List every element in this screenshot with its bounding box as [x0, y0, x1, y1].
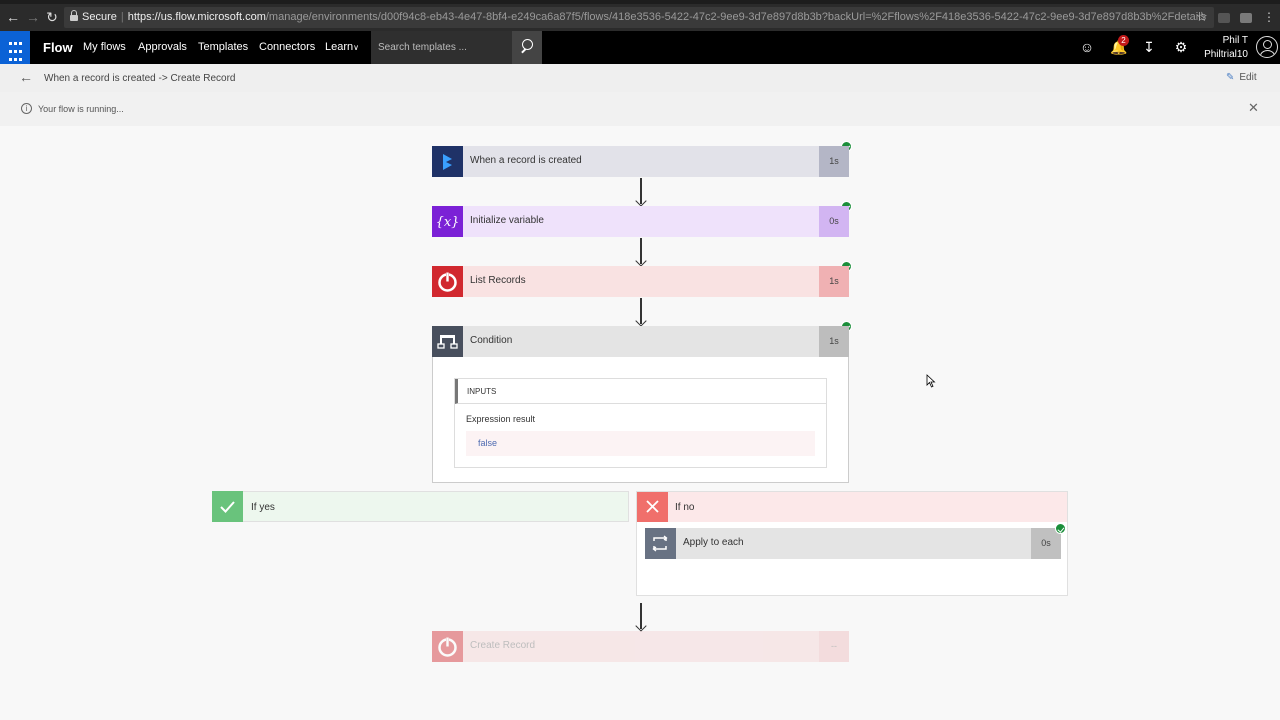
flow-arrow [635, 298, 647, 326]
nav-approvals[interactable]: Approvals [138, 41, 187, 53]
step-duration: -- [819, 631, 849, 662]
step-duration: 1s [819, 326, 849, 357]
chevron-down-icon: ∨ [353, 43, 359, 52]
step-duration: 1s [819, 146, 849, 177]
brand-title[interactable]: Flow [43, 40, 73, 55]
step-title: Apply to each [683, 537, 744, 548]
success-check-icon [1055, 523, 1066, 534]
branch-if-no: If no Apply to each 0s [636, 491, 1068, 596]
step-list-records-card[interactable]: List Records 1s [432, 266, 849, 297]
step-title: Condition [470, 335, 513, 346]
browser-menu-icon[interactable]: ⋮ [1263, 11, 1275, 23]
search-input[interactable] [371, 31, 512, 64]
checkmark-icon [212, 491, 243, 522]
breadcrumb: When a record is created -> Create Recor… [44, 73, 236, 84]
back-arrow-icon[interactable]: ← [19, 70, 33, 84]
step-duration: 1s [819, 266, 849, 297]
nav-my-flows[interactable]: My flows [83, 41, 126, 53]
step-trigger-card[interactable]: When a record is created 1s [432, 146, 849, 177]
power-icon [432, 631, 463, 662]
url-host: https://us.flow.microsoft.com [127, 11, 266, 23]
settings-gear-icon[interactable]: ⚙ [1173, 39, 1189, 55]
step-create-record-card[interactable]: Create Record -- [432, 631, 849, 662]
nav-templates[interactable]: Templates [198, 41, 248, 53]
status-message: Your flow is running... [38, 104, 124, 114]
search-icon[interactable] [512, 31, 542, 64]
power-icon [432, 266, 463, 297]
lock-icon [70, 10, 78, 21]
feedback-smiley-icon[interactable]: ☺ [1079, 39, 1095, 55]
branch-yes-label: If yes [251, 502, 275, 513]
search-box [371, 31, 542, 64]
step-initialize-variable-card[interactable]: {x} Initialize variable 0s [432, 206, 849, 237]
forward-icon[interactable]: → [26, 10, 40, 24]
browser-toolbar: ← → ↻ Secure | https://us.flow.microsoft.c… [0, 4, 1280, 31]
reload-icon[interactable]: ↻ [45, 10, 59, 24]
expression-value: false [466, 431, 815, 456]
app-header: Flow My flows Approvals Templates Connec… [0, 31, 1280, 64]
command-bar: ← When a record is created -> Create Rec… [0, 64, 1280, 92]
svg-text:{x}: {x} [436, 215, 460, 230]
info-icon: i [21, 103, 32, 114]
loop-icon [645, 528, 676, 559]
flow-arrow [635, 238, 647, 266]
dynamics-icon [432, 146, 463, 177]
notification-badge: 2 [1118, 35, 1129, 46]
inputs-panel: INPUTS Expression result false [454, 378, 827, 468]
flow-arrow [635, 178, 647, 206]
cross-icon [637, 492, 668, 523]
close-icon[interactable]: ✕ [1248, 101, 1259, 114]
url-path: /manage/environments/d00f94c8-eb43-4e47-… [265, 11, 1207, 23]
flow-arrow [635, 603, 647, 631]
step-title: Create Record [470, 640, 536, 651]
variable-icon: {x} [432, 206, 463, 237]
step-condition-card[interactable]: Condition 1s [432, 326, 849, 357]
user-tenant[interactable]: Philtrial10 [1204, 48, 1248, 61]
step-duration: 0s [819, 206, 849, 237]
inputs-header[interactable]: INPUTS [455, 379, 826, 404]
condition-details: INPUTS Expression result false [432, 357, 849, 483]
branch-no-label: If no [675, 502, 695, 513]
step-apply-to-each-card[interactable]: Apply to each 0s [645, 528, 1061, 559]
nav-learn[interactable]: Learn∨ [325, 41, 359, 53]
download-icon[interactable]: ↧ [1141, 39, 1157, 55]
step-title: Initialize variable [470, 215, 544, 226]
extension-icon[interactable] [1240, 13, 1252, 23]
step-title: List Records [470, 275, 526, 286]
step-title: When a record is created [470, 155, 582, 166]
app-launcher-icon[interactable] [0, 31, 30, 64]
expression-label: Expression result [466, 414, 536, 424]
pencil-icon: ✎ [1226, 72, 1235, 83]
address-bar[interactable]: Secure | https://us.flow.microsoft.com/man… [64, 7, 1214, 28]
edit-button[interactable]: ✎ Edit [1226, 72, 1257, 83]
user-name[interactable]: Phil T [1223, 34, 1248, 47]
nav-learn-label: Learn [325, 41, 354, 53]
secure-label: Secure [82, 11, 117, 23]
avatar[interactable] [1256, 36, 1278, 58]
branch-no-header[interactable]: If no [637, 492, 1067, 522]
condition-icon [432, 326, 463, 357]
status-banner: i Your flow is running... ✕ [0, 92, 1280, 126]
mouse-cursor-icon [926, 374, 936, 388]
bookmark-star-icon[interactable]: ☆ [1196, 10, 1208, 23]
edit-label: Edit [1239, 72, 1257, 83]
back-icon[interactable]: ← [6, 10, 20, 24]
nav-connectors[interactable]: Connectors [259, 41, 315, 53]
extension-icon[interactable] [1218, 13, 1230, 23]
branch-if-yes[interactable]: If yes [212, 491, 629, 522]
